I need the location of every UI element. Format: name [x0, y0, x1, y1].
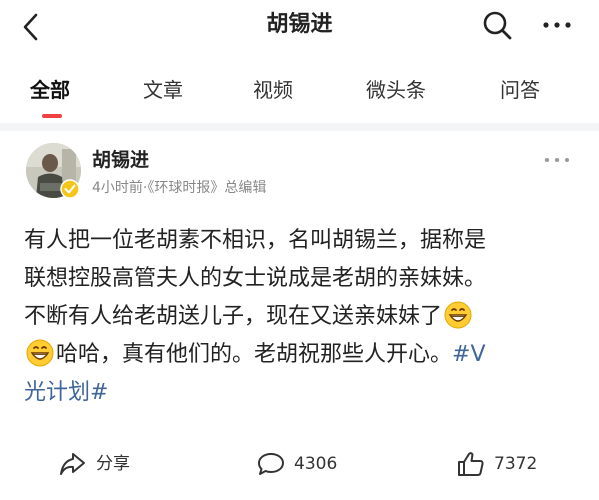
hashtag-link[interactable]: #V — [452, 342, 485, 367]
section-divider — [0, 123, 599, 131]
author-title: 《环球时报》总编辑 — [147, 180, 267, 196]
post-line: 哈哈，真有他们的。老胡祝那些人开心。#V — [24, 336, 576, 374]
tab-videos[interactable]: 视频 — [253, 76, 293, 104]
post-meta: 4小时前·《环球时报》总编辑 — [92, 178, 266, 198]
action-bar: 分享 4306 7372 — [0, 445, 599, 485]
like-button[interactable]: 7372 — [456, 449, 537, 479]
share-icon — [60, 453, 85, 475]
top-bar: 胡锡进 — [0, 0, 599, 56]
verified-badge-icon — [60, 179, 80, 199]
post-more-button[interactable] — [543, 152, 571, 166]
tab-micro-headlines[interactable]: 微头条 — [366, 76, 426, 104]
article-feed-screen: 胡锡进 全部 文章 视频 微头条 问答 胡锡进 4小时前·《环球时报》总编辑 有… — [0, 0, 599, 500]
grinning-face-icon — [444, 301, 472, 329]
share-button[interactable]: 分享 — [58, 449, 130, 479]
tab-articles[interactable]: 文章 — [143, 76, 183, 104]
tab-all[interactable]: 全部 — [30, 76, 70, 104]
active-tab-indicator — [42, 114, 62, 118]
hashtag-link[interactable]: 光计划# — [24, 380, 108, 405]
thumbs-up-icon — [458, 452, 484, 476]
more-horizontal-icon — [543, 22, 571, 28]
search-icon — [483, 11, 512, 40]
post-time: 4小时前 — [92, 180, 143, 196]
comment-icon — [258, 453, 284, 475]
post-body: 有人把一位老胡素不相识，名叫胡锡兰，据称是 联想控股高管夫人的女士说成是老胡的亲… — [24, 222, 576, 412]
author-name[interactable]: 胡锡进 — [92, 147, 149, 173]
tab-bar: 全部 文章 视频 微头条 问答 — [0, 62, 599, 120]
post-line: 有人把一位老胡素不相识，名叫胡锡兰，据称是 — [24, 228, 487, 253]
more-options-button[interactable] — [540, 10, 574, 40]
post-line: 光计划# — [24, 374, 576, 412]
search-button[interactable] — [480, 8, 514, 42]
like-count: 7372 — [494, 454, 538, 474]
more-horizontal-icon — [545, 158, 569, 162]
comment-button[interactable]: 4306 — [256, 449, 337, 479]
share-label: 分享 — [96, 454, 130, 474]
grinning-face-icon — [26, 339, 54, 367]
post-line: 不断有人给老胡送儿子，现在又送亲妹妹了 — [24, 298, 576, 336]
comment-count: 4306 — [294, 454, 338, 474]
tab-qa[interactable]: 问答 — [500, 76, 540, 104]
post-line: 联想控股高管夫人的女士说成是老胡的亲妹妹。 — [24, 266, 487, 291]
